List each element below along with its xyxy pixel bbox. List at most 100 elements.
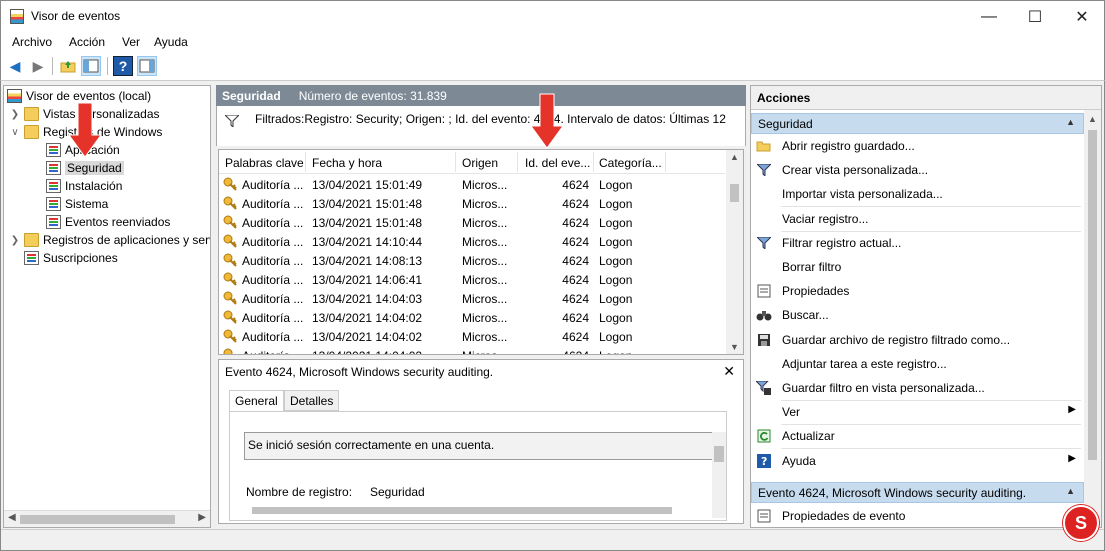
- forward-arrow-icon[interactable]: ▶: [28, 56, 48, 76]
- action-vaciar-registro[interactable]: Vaciar registro...: [751, 207, 1084, 231]
- collapse-caret-icon[interactable]: ▲: [1066, 486, 1075, 496]
- log-icon: [46, 197, 61, 211]
- action-borrar-filtro[interactable]: Borrar filtro: [751, 255, 1084, 279]
- tree-item-seguridad[interactable]: Seguridad: [46, 159, 124, 177]
- scroll-right-icon[interactable]: ▶: [198, 512, 206, 523]
- column-header-keywords[interactable]: Palabras clave: [225, 156, 304, 170]
- action-propiedades[interactable]: Propiedades: [751, 279, 1084, 303]
- log-name: Seguridad: [222, 88, 281, 103]
- show-hide-console-tree-icon[interactable]: [81, 56, 101, 76]
- tree-item-registros-aplicaciones[interactable]: ❯ Registros de aplicaciones y serv: [10, 231, 211, 249]
- help-icon[interactable]: ?: [113, 56, 133, 76]
- back-arrow-icon[interactable]: ◀: [5, 56, 25, 76]
- cell-category: Logon: [599, 197, 633, 211]
- key-icon: [223, 215, 237, 229]
- action-propiedades-de-evento[interactable]: Propiedades de evento: [751, 504, 1084, 527]
- cell-source: Micros...: [462, 178, 508, 192]
- menu-bar: Archivo Acción Ver Ayuda: [0, 31, 1105, 53]
- tree-item-sistema[interactable]: Sistema: [46, 195, 108, 213]
- action-ayuda[interactable]: ? Ayuda ▶: [751, 449, 1084, 473]
- action-filtrar-registro-actual[interactable]: Filtrar registro actual...: [751, 231, 1084, 255]
- folder-icon: [24, 125, 39, 139]
- column-header-source[interactable]: Origen: [462, 156, 498, 170]
- menu-archivo[interactable]: Archivo: [12, 35, 52, 49]
- action-importar-vista-personalizada[interactable]: Importar vista personalizada...: [751, 182, 1084, 206]
- up-folder-icon[interactable]: [58, 56, 78, 76]
- action-buscar[interactable]: Buscar...: [751, 303, 1084, 327]
- center-pane: Seguridad Número de eventos: 31.839 Filt…: [216, 85, 746, 528]
- table-row[interactable]: Auditoría ... 13/04/2021 14:06:41 Micros..…: [219, 270, 725, 289]
- action-guardar-archivo-de-registro-filtrado-como[interactable]: Guardar archivo de registro filtrado com…: [751, 328, 1084, 352]
- action-guardar-filtro-en-vista-personalizada[interactable]: Guardar filtro en vista personalizada...: [751, 376, 1084, 400]
- table-row[interactable]: Auditoría ... 13/04/2021 15:01:48 Micros..…: [219, 213, 725, 232]
- submenu-arrow-icon[interactable]: ▶: [1068, 453, 1076, 464]
- column-separator[interactable]: [517, 152, 518, 172]
- action-actualizar[interactable]: Actualizar: [751, 424, 1084, 448]
- cell-datetime: 13/04/2021 15:01:48: [312, 197, 423, 211]
- cell-event-id: 4624: [562, 235, 589, 249]
- scroll-left-icon[interactable]: ◀: [8, 512, 16, 523]
- event-message-box[interactable]: Se inició sesión correctamente en una cu…: [244, 432, 717, 460]
- table-row[interactable]: Auditoría ... 13/04/2021 14:10:44 Micros..…: [219, 232, 725, 251]
- action-adjuntar-tarea-a-este-registro[interactable]: Adjuntar tarea a este registro...: [751, 352, 1084, 376]
- action-ver[interactable]: Ver ▶: [751, 400, 1084, 424]
- actions-section-event[interactable]: Evento 4624, Microsoft Windows security …: [751, 482, 1084, 503]
- tab-detalles[interactable]: Detalles: [284, 390, 340, 411]
- action-crear-vista-personalizada[interactable]: Crear vista personalizada...: [751, 158, 1084, 182]
- scroll-up-icon[interactable]: ▲: [730, 152, 739, 162]
- scroll-up-icon[interactable]: ▲: [1088, 114, 1097, 124]
- expand-icon[interactable]: ❯: [10, 235, 20, 246]
- action-label: Borrar filtro: [782, 260, 842, 274]
- actions-vertical-scrollbar[interactable]: ▲ ▼: [1084, 110, 1101, 527]
- column-header-event-id[interactable]: Id. del eve...: [525, 156, 590, 170]
- scrollbar-thumb[interactable]: [252, 507, 672, 514]
- detail-horizontal-scrollbar[interactable]: [240, 504, 718, 516]
- scrollbar-thumb[interactable]: [1088, 130, 1097, 460]
- cell-source: Micros...: [462, 254, 508, 268]
- scrollbar-thumb[interactable]: [20, 515, 175, 524]
- maximize-button[interactable]: ☐: [1012, 1, 1058, 32]
- scroll-down-icon[interactable]: ▼: [730, 342, 739, 352]
- table-row[interactable]: Auditoría ... 13/04/2021 14:04:02 Micros..…: [219, 327, 725, 346]
- tab-general[interactable]: General: [229, 390, 284, 412]
- table-row[interactable]: Auditoría ... 13/04/2021 15:01:49 Micros..…: [219, 175, 725, 194]
- table-row[interactable]: Auditoría ... 13/04/2021 14:04:02 Micros..…: [219, 346, 725, 354]
- collapse-caret-icon[interactable]: ▲: [1066, 117, 1075, 127]
- table-row[interactable]: Auditoría ... 13/04/2021 15:01:48 Micros..…: [219, 194, 725, 213]
- tree-item-suscripciones[interactable]: Suscripciones: [24, 249, 118, 267]
- action-abrir-registro-guardado[interactable]: Abrir registro guardado...: [751, 134, 1084, 158]
- tree-horizontal-scrollbar[interactable]: ◀ ▶: [4, 510, 210, 527]
- menu-ver[interactable]: Ver: [122, 35, 140, 49]
- close-icon[interactable]: ✕: [723, 363, 735, 380]
- column-separator[interactable]: [455, 152, 456, 172]
- tree-item-instalacion[interactable]: Instalación: [46, 177, 122, 195]
- collapse-icon[interactable]: ∨: [10, 127, 20, 138]
- menu-accion[interactable]: Acción: [69, 35, 105, 49]
- show-hide-action-pane-icon[interactable]: [137, 56, 157, 76]
- column-separator[interactable]: [665, 152, 666, 172]
- table-row[interactable]: Auditoría ... 13/04/2021 14:08:13 Micros..…: [219, 251, 725, 270]
- table-row[interactable]: Auditoría ... 13/04/2021 14:04:03 Micros..…: [219, 289, 725, 308]
- menu-ayuda[interactable]: Ayuda: [154, 35, 188, 49]
- submenu-arrow-icon[interactable]: ▶: [1068, 404, 1076, 415]
- table-row[interactable]: Auditoría ... 13/04/2021 14:04:02 Micros..…: [219, 308, 725, 327]
- action-label: Guardar archivo de registro filtrado com…: [782, 332, 1011, 347]
- window-title: Visor de eventos: [31, 9, 121, 23]
- column-separator[interactable]: [305, 152, 306, 172]
- tree-item-label: Registros de aplicaciones y serv: [43, 233, 211, 247]
- cell-datetime: 13/04/2021 14:08:13: [312, 254, 423, 268]
- column-separator[interactable]: [593, 152, 594, 172]
- expand-icon[interactable]: ❯: [10, 109, 20, 120]
- minimize-button[interactable]: —: [966, 1, 1012, 32]
- cell-category: Logon: [599, 311, 633, 325]
- title-bar: Visor de eventos — ☐ ✕: [0, 0, 1105, 31]
- scrollbar-thumb[interactable]: [714, 446, 724, 462]
- tree-item-eventos-reenviados[interactable]: Eventos reenviados: [46, 213, 170, 231]
- column-header-category[interactable]: Categoría...: [599, 156, 662, 170]
- cell-keyword: Auditoría ...: [242, 216, 304, 230]
- scrollbar-thumb[interactable]: [730, 184, 739, 202]
- column-header-datetime[interactable]: Fecha y hora: [312, 156, 382, 170]
- actions-section-seguridad[interactable]: Seguridad ▲: [751, 113, 1084, 134]
- close-window-button[interactable]: ✕: [1059, 1, 1105, 32]
- grid-vertical-scrollbar[interactable]: ▲ ▼: [726, 150, 743, 354]
